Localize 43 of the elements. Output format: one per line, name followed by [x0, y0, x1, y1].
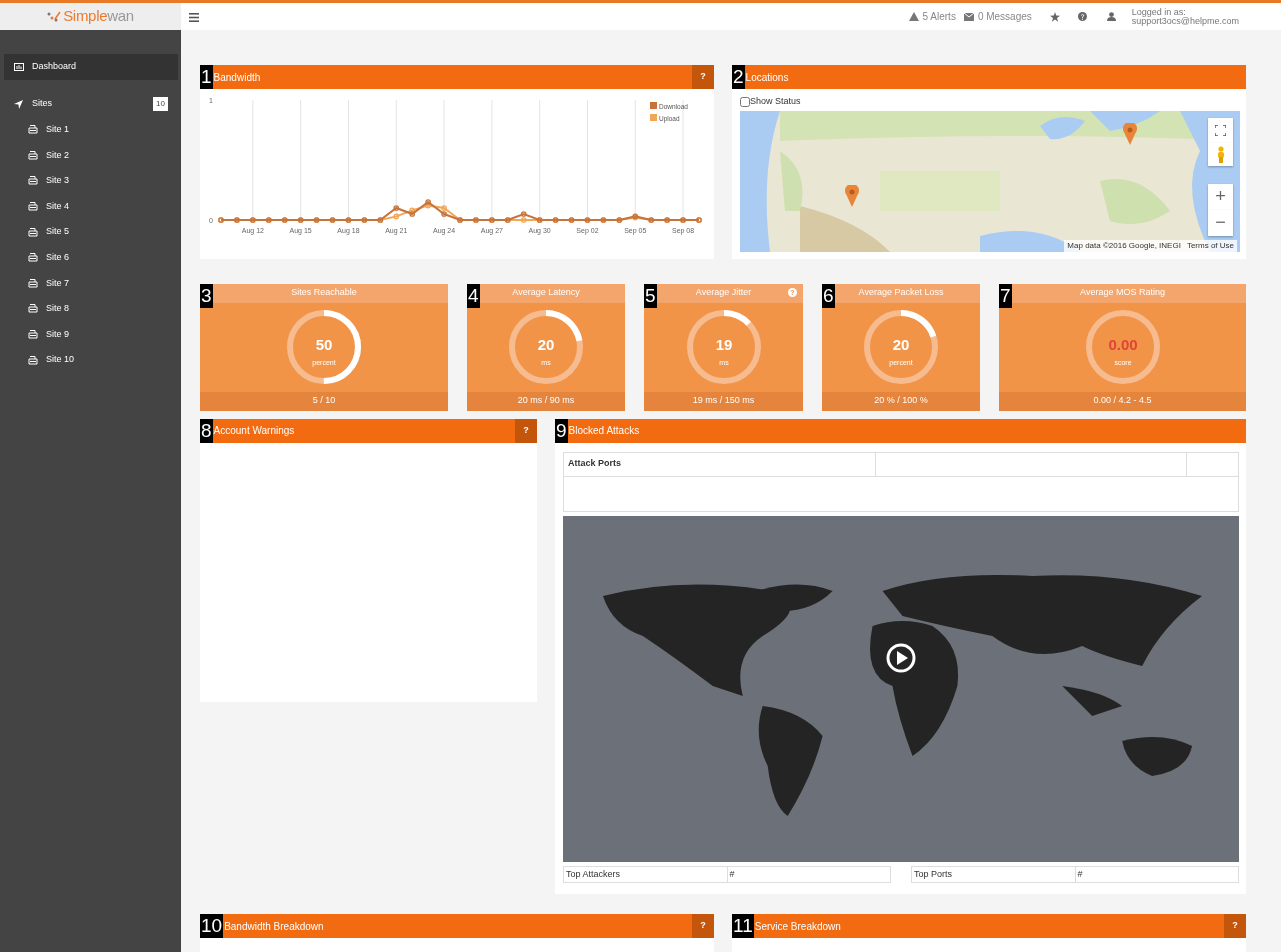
gauge-value: 20	[892, 336, 910, 353]
card-footer-text: 20 % / 100 %	[874, 394, 928, 408]
number-label: 11	[732, 914, 754, 938]
login-user: support3ocs@helpme.com	[1131, 16, 1239, 26]
number-label: 10	[200, 914, 224, 938]
panel-title: Service Breakdown	[754, 919, 841, 934]
card-title: Sites Reachable	[291, 286, 357, 300]
panel-title: Blocked Attacks	[568, 424, 640, 438]
panel-title: Locations	[745, 70, 789, 85]
panel-title: Bandwidth	[213, 70, 261, 85]
gauge-value: 0.00	[1107, 336, 1138, 353]
gauge-value: 19	[715, 336, 732, 353]
table-header-cell: Attack Ports	[563, 452, 876, 476]
login-label: Logged in as:	[1131, 7, 1186, 17]
panel-title: Bandwidth Breakdown	[224, 919, 324, 934]
panel-title: Account Warnings	[213, 424, 295, 438]
number-label: 8	[200, 418, 213, 443]
card-footer-text: 20 ms / 90 ms	[517, 394, 575, 408]
table-header-cell: #	[1075, 866, 1239, 883]
number-label: 6	[822, 283, 835, 308]
gauge-value: 20	[537, 336, 555, 353]
number-label: 3	[200, 283, 213, 308]
number-label: 7	[999, 283, 1012, 308]
number-label: 9	[555, 418, 568, 443]
card-title: Average Packet Loss	[858, 286, 944, 300]
table-header-cell: Top Ports	[911, 866, 1075, 883]
card-footer-text: 0.00 / 4.2 - 4.5	[1093, 394, 1152, 408]
table-header-cell: #	[727, 866, 891, 883]
card-title: Average Jitter	[695, 286, 752, 300]
number-label: 1	[200, 65, 213, 89]
logo: Simplewan	[63, 6, 134, 27]
card-footer-text: 5 / 10	[312, 394, 336, 408]
count-badge: 10	[153, 97, 168, 111]
card-title: Average Latency	[512, 286, 580, 300]
number-label: 2	[732, 65, 745, 89]
checkbox-label: Show Status	[750, 95, 801, 108]
number-label: 4	[467, 283, 480, 308]
card-title: Average MOS Rating	[1080, 286, 1165, 300]
card-footer-text: 19 ms / 150 ms	[692, 394, 755, 408]
gauge-value: 50	[315, 336, 333, 353]
number-label: 5	[644, 283, 657, 308]
map-attribution: Map data ©2016 Google, INEGI	[1067, 239, 1181, 252]
table-header-cell: Top Attackers	[563, 866, 727, 883]
